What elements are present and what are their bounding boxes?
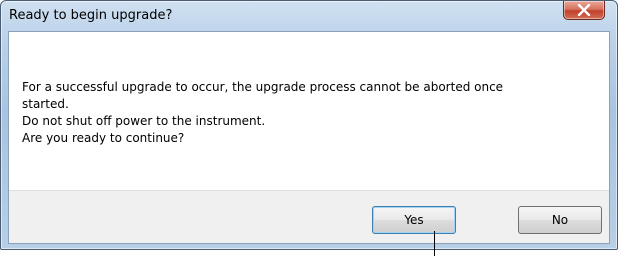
callout-line: [434, 231, 435, 256]
message-line-2: started.: [22, 97, 69, 111]
button-bar: Yes No: [9, 190, 609, 243]
dialog-message: For a successful upgrade to occur, the u…: [22, 79, 597, 147]
close-icon: [577, 4, 591, 16]
message-line-3: Do not shut off power to the instrument.: [22, 114, 266, 128]
message-line-4: Are you ready to continue?: [22, 131, 185, 145]
dialog-window: Ready to begin upgrade? For a successful…: [0, 0, 618, 250]
message-line-1: For a successful upgrade to occur, the u…: [22, 80, 504, 94]
screenshot-canvas: Ready to begin upgrade? For a successful…: [0, 0, 625, 256]
dialog-title: Ready to begin upgrade?: [9, 8, 173, 23]
no-button[interactable]: No: [518, 206, 602, 234]
close-button[interactable]: [563, 1, 605, 20]
title-bar[interactable]: Ready to begin upgrade?: [1, 1, 617, 33]
dialog-content: For a successful upgrade to occur, the u…: [8, 31, 610, 244]
yes-button[interactable]: Yes: [372, 206, 456, 234]
